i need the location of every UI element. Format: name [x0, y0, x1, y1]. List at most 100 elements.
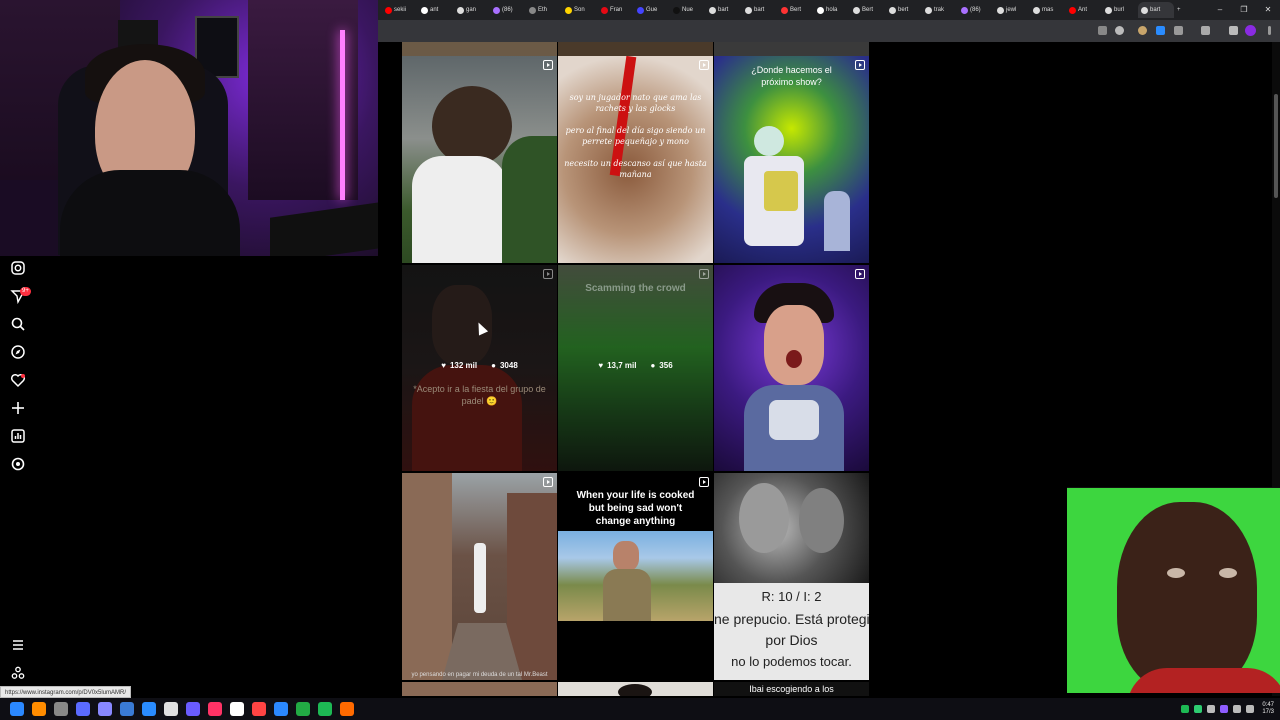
browser-chrome: sekii ant gan (86) Eth Son Fran Gue Nue bart bart B… [378, 0, 1280, 42]
browser-tab[interactable]: sekii [382, 2, 418, 18]
browser-tab[interactable]: Son [562, 2, 598, 18]
grid-post[interactable] [402, 682, 557, 696]
grid-post[interactable]: When your life is cooked but being sad w… [558, 473, 713, 680]
browser-toolbar [378, 20, 1280, 42]
volume-icon[interactable] [1246, 705, 1255, 713]
browser-tab[interactable]: bert [886, 2, 922, 18]
install-app-icon[interactable] [1098, 26, 1107, 35]
close-window-button[interactable]: ✕ [1256, 0, 1280, 20]
app-icon[interactable] [98, 702, 112, 716]
reading-list-icon[interactable] [1201, 26, 1210, 35]
tray-icon[interactable] [1220, 705, 1229, 713]
grid-post[interactable]: ¿Donde hacemos el próximo show? [714, 56, 869, 263]
grid-post[interactable] [714, 265, 869, 471]
browser-tab[interactable]: bart [742, 2, 778, 18]
browser-tab[interactable]: Nue [670, 2, 706, 18]
tab-label: (86) [970, 7, 981, 13]
widgets-icon[interactable] [76, 702, 90, 716]
browser-tab[interactable]: ant [418, 2, 454, 18]
browser-tab[interactable]: trak [922, 2, 958, 18]
new-tab-button[interactable]: + [1174, 2, 1188, 18]
app-icon[interactable] [252, 702, 266, 716]
taskbar-clock[interactable]: 0:47 17/3 [1262, 702, 1274, 716]
minimize-button[interactable]: – [1208, 0, 1232, 20]
scrollbar-thumb[interactable] [1274, 94, 1278, 198]
window-controls: – ❐ ✕ [1208, 0, 1280, 20]
grid-post[interactable] [402, 42, 557, 56]
browser-tab[interactable]: hola [814, 2, 850, 18]
browser-tab[interactable]: (86) [958, 2, 994, 18]
spotify-icon[interactable] [318, 702, 332, 716]
search-icon[interactable] [10, 316, 26, 332]
grid-post[interactable]: ♥ 132 mil ● 3048 *Acepto ir a la fiesta de… [402, 265, 557, 471]
comments-count: 356 [659, 361, 673, 370]
reel-icon [855, 269, 865, 279]
app-icon[interactable] [274, 702, 288, 716]
app-icon[interactable] [164, 702, 178, 716]
grid-post[interactable] [558, 682, 713, 696]
grid-post[interactable]: Ibai escogiendo a los [714, 682, 869, 696]
grid-post[interactable] [714, 42, 869, 56]
tray-icon[interactable] [1181, 705, 1190, 713]
grid-post[interactable]: Scamming the crowd ♥ 13,7 mil ● 356 [558, 265, 713, 471]
tab-label: Eth [538, 7, 548, 13]
dashboard-icon[interactable] [10, 428, 26, 444]
grid-post[interactable]: R: 10 / I: 2 ne prepucio. Está protegi p… [714, 473, 869, 680]
more-menu-icon[interactable] [10, 637, 26, 653]
browser-tab[interactable]: jewl [994, 2, 1030, 18]
grid-post[interactable] [558, 42, 713, 56]
browser-tab[interactable]: bart [1138, 2, 1174, 18]
task-view-icon[interactable] [54, 702, 68, 716]
app-icon[interactable] [186, 702, 200, 716]
extension-icon[interactable] [1156, 26, 1165, 35]
grid-post[interactable]: yo pensando en pagar mi deuda de un tal … [402, 473, 557, 680]
network-icon[interactable] [1233, 705, 1242, 713]
browser-tab[interactable]: bart [706, 2, 742, 18]
grid-post[interactable] [402, 56, 557, 263]
comment-icon: ● [491, 361, 496, 370]
link-status-url: https://www.instagram.com/p/DV0x5lumAMR/ [0, 686, 132, 698]
tray-icon[interactable] [1207, 705, 1216, 713]
threads-icon[interactable] [10, 456, 26, 472]
start-button[interactable] [10, 702, 24, 716]
bookmark-star-icon[interactable] [1115, 26, 1124, 35]
tray-icon[interactable] [1194, 705, 1203, 713]
tab-favicon-icon [781, 6, 788, 14]
sidebar-toggle-icon[interactable] [1229, 26, 1238, 35]
browser-tab[interactable]: mas [1030, 2, 1066, 18]
tab-label: gan [466, 7, 477, 13]
browser-tab[interactable]: burl [1102, 2, 1138, 18]
post-stats: ♥ 13,7 mil ● 356 [558, 361, 713, 370]
browser-tab[interactable]: gan [454, 2, 490, 18]
browser-tab[interactable]: Fran [598, 2, 634, 18]
streamer-webcam [0, 0, 378, 256]
tab-label: Gue [646, 7, 658, 13]
extension-icon[interactable] [1138, 26, 1147, 35]
browser-menu-icon[interactable] [1268, 26, 1271, 35]
notifications-heart-icon[interactable] [10, 372, 26, 388]
app-icon[interactable] [208, 702, 222, 716]
grid-post[interactable]: soy un jugador nato que ama las rachets … [558, 56, 713, 263]
browser-tab[interactable]: Eth [526, 2, 562, 18]
search-icon[interactable] [32, 702, 46, 716]
browser-tab[interactable]: Bert [778, 2, 814, 18]
browser-tab[interactable]: Bert [850, 2, 886, 18]
browser-tab[interactable]: (86) [490, 2, 526, 18]
extensions-puzzle-icon[interactable] [1174, 26, 1183, 35]
app-icon[interactable] [296, 702, 310, 716]
tab-favicon-icon [601, 6, 608, 14]
also-from-meta-icon[interactable] [10, 665, 26, 681]
browser-tab[interactable]: Ant [1066, 2, 1102, 18]
browser-tab[interactable]: Gue [634, 2, 670, 18]
create-icon[interactable] [10, 400, 26, 416]
app-icon[interactable] [142, 702, 156, 716]
instagram-logo-icon[interactable] [10, 260, 26, 276]
reel-icon [699, 269, 709, 279]
chrome-icon[interactable] [340, 702, 354, 716]
app-icon[interactable] [120, 702, 134, 716]
maximize-button[interactable]: ❐ [1232, 0, 1256, 20]
windows-taskbar: 0:47 17/3 [0, 698, 1280, 720]
profile-avatar[interactable] [1245, 25, 1256, 36]
app-icon[interactable] [230, 702, 244, 716]
explore-icon[interactable] [10, 344, 26, 360]
